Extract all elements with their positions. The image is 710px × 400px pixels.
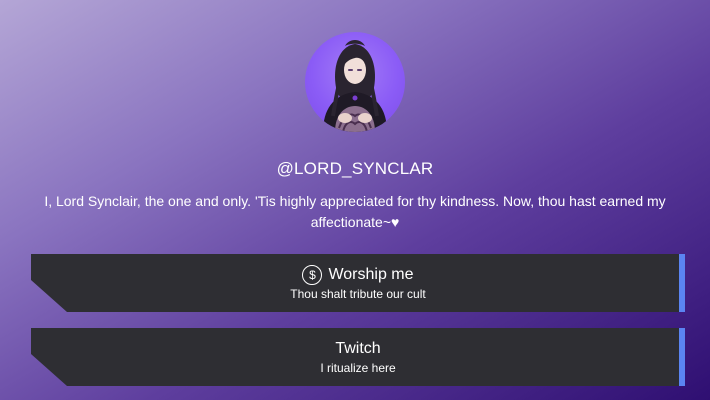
link-accent-bar [679,328,685,386]
character-portrait-icon [323,40,387,132]
link-button-worship[interactable]: $ Worship me Thou shalt tribute our cult [31,254,685,312]
link-button-twitch[interactable]: Twitch I ritualize here [31,328,685,386]
link-subtitle: Thou shalt tribute our cult [290,286,426,301]
profile-bio: I, Lord Synclair, the one and only. 'Tis… [44,193,666,230]
link-subtitle: I ritualize here [320,360,396,375]
link-title-row: $ Worship me [302,264,414,285]
avatar [305,32,405,132]
link-title-row: Twitch [335,339,380,359]
link-title: Twitch [335,339,381,357]
dollar-icon: $ [302,264,323,285]
link-accent-bar [679,254,685,312]
profile-header: @LORD_SYNCLAR I, Lord Synclair, the one … [0,0,710,233]
profile-handle: @LORD_SYNCLAR [276,159,434,178]
link-title: Worship me [328,265,414,283]
